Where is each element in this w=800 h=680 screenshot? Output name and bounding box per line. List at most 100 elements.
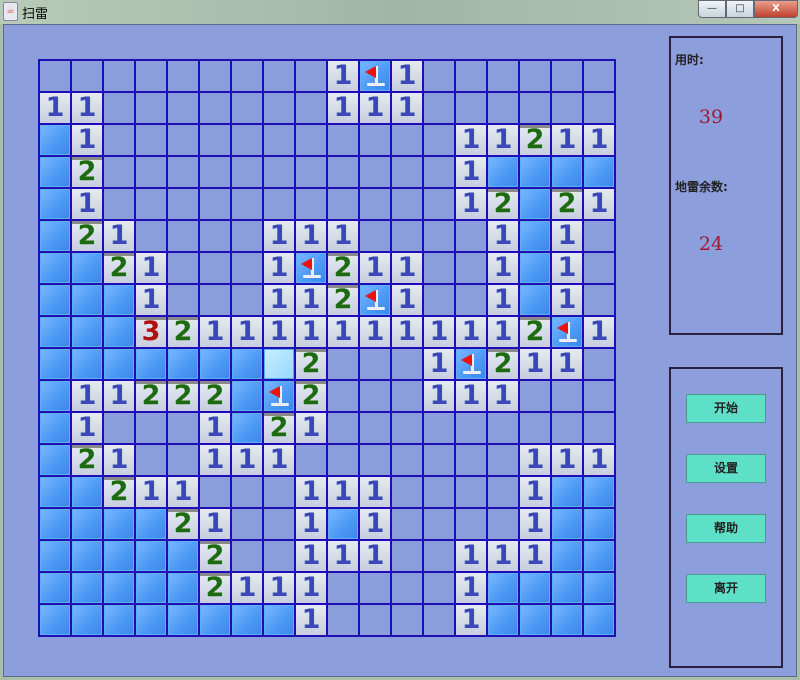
cell-number[interactable]: 1: [552, 445, 584, 477]
cell-number[interactable]: 1: [168, 477, 200, 509]
cell-number[interactable]: 2: [200, 381, 232, 413]
cell-covered[interactable]: [168, 349, 200, 381]
cell-covered[interactable]: [264, 605, 296, 637]
cell-number[interactable]: 1: [200, 317, 232, 349]
cell-covered[interactable]: [72, 573, 104, 605]
cell-covered[interactable]: [104, 317, 136, 349]
cell-number[interactable]: 1: [392, 317, 424, 349]
cell-number[interactable]: 1: [136, 285, 168, 317]
cell-number[interactable]: 1: [520, 541, 552, 573]
cell-number[interactable]: 1: [264, 285, 296, 317]
cell-number[interactable]: 1: [488, 381, 520, 413]
cell-number[interactable]: 1: [392, 253, 424, 285]
cell-number[interactable]: 1: [264, 573, 296, 605]
cell-covered[interactable]: [104, 573, 136, 605]
cell-covered[interactable]: [40, 605, 72, 637]
cell-number[interactable]: 1: [584, 445, 616, 477]
cell-number[interactable]: 1: [72, 381, 104, 413]
cell-number[interactable]: 1: [488, 285, 520, 317]
cell-flagged[interactable]: [296, 253, 328, 285]
cell-covered[interactable]: [40, 125, 72, 157]
cell-covered[interactable]: [232, 381, 264, 413]
cell-number[interactable]: 1: [296, 317, 328, 349]
cell-flagged[interactable]: [552, 317, 584, 349]
cell-covered[interactable]: [72, 349, 104, 381]
cell-covered[interactable]: [136, 349, 168, 381]
cell-covered[interactable]: [40, 509, 72, 541]
cell-covered[interactable]: [72, 317, 104, 349]
cell-covered[interactable]: [104, 605, 136, 637]
cell-covered[interactable]: [488, 573, 520, 605]
cell-number[interactable]: 1: [200, 413, 232, 445]
cell-covered[interactable]: [40, 221, 72, 253]
cell-number[interactable]: 1: [552, 125, 584, 157]
cell-number[interactable]: 1: [136, 253, 168, 285]
cell-covered[interactable]: [40, 157, 72, 189]
cell-covered[interactable]: [584, 605, 616, 637]
cell-number[interactable]: 1: [392, 93, 424, 125]
cell-covered[interactable]: [40, 541, 72, 573]
cell-number[interactable]: 1: [360, 317, 392, 349]
cell-covered[interactable]: [552, 477, 584, 509]
cell-covered[interactable]: [520, 253, 552, 285]
cell-flagged[interactable]: [456, 349, 488, 381]
cell-number[interactable]: 2: [168, 509, 200, 541]
cell-number[interactable]: 1: [424, 349, 456, 381]
cell-number[interactable]: 2: [136, 381, 168, 413]
cell-covered[interactable]: [104, 509, 136, 541]
cell-covered[interactable]: [232, 605, 264, 637]
cell-number[interactable]: 1: [200, 509, 232, 541]
cell-number[interactable]: 1: [328, 61, 360, 93]
cell-covered[interactable]: [232, 349, 264, 381]
minimize-button[interactable]: —: [698, 0, 726, 18]
cell-number[interactable]: 1: [328, 541, 360, 573]
cell-flagged[interactable]: [360, 285, 392, 317]
cell-covered[interactable]: [200, 349, 232, 381]
cell-number[interactable]: 2: [520, 125, 552, 157]
maximize-button[interactable]: □: [726, 0, 754, 18]
cell-covered[interactable]: [232, 413, 264, 445]
cell-covered[interactable]: [40, 317, 72, 349]
cell-number[interactable]: 1: [264, 253, 296, 285]
cell-number[interactable]: 2: [552, 189, 584, 221]
start-button[interactable]: 开始: [686, 394, 766, 423]
cell-covered[interactable]: [40, 445, 72, 477]
cell-number[interactable]: 1: [520, 349, 552, 381]
cell-covered[interactable]: [104, 541, 136, 573]
cell-number[interactable]: 2: [72, 157, 104, 189]
cell-number[interactable]: 1: [328, 93, 360, 125]
cell-number[interactable]: 2: [72, 445, 104, 477]
cell-covered[interactable]: [584, 477, 616, 509]
cell-covered[interactable]: [40, 573, 72, 605]
cell-number[interactable]: 1: [72, 125, 104, 157]
cell-number[interactable]: 1: [104, 381, 136, 413]
cell-number[interactable]: 1: [456, 605, 488, 637]
cell-number[interactable]: 1: [520, 445, 552, 477]
cell-number[interactable]: 1: [552, 349, 584, 381]
cell-number[interactable]: 1: [104, 445, 136, 477]
cell-covered[interactable]: [136, 541, 168, 573]
cell-covered[interactable]: [552, 541, 584, 573]
cell-number[interactable]: 1: [392, 285, 424, 317]
cell-covered[interactable]: [520, 573, 552, 605]
cell-number[interactable]: 1: [296, 413, 328, 445]
cell-number[interactable]: 2: [296, 349, 328, 381]
cell-number[interactable]: 1: [328, 317, 360, 349]
cell-number[interactable]: 1: [104, 221, 136, 253]
cell-covered[interactable]: [168, 605, 200, 637]
cell-number[interactable]: 1: [264, 317, 296, 349]
cell-covered-hover[interactable]: [264, 349, 296, 381]
cell-covered[interactable]: [168, 573, 200, 605]
cell-covered[interactable]: [72, 477, 104, 509]
cell-number[interactable]: 2: [104, 253, 136, 285]
cell-number[interactable]: 1: [360, 541, 392, 573]
cell-covered[interactable]: [72, 509, 104, 541]
cell-covered[interactable]: [552, 605, 584, 637]
cell-covered[interactable]: [200, 605, 232, 637]
cell-number[interactable]: 1: [456, 573, 488, 605]
cell-number[interactable]: 2: [104, 477, 136, 509]
cell-number[interactable]: 1: [520, 477, 552, 509]
cell-number[interactable]: 1: [456, 381, 488, 413]
cell-number[interactable]: 2: [328, 285, 360, 317]
cell-covered[interactable]: [72, 285, 104, 317]
